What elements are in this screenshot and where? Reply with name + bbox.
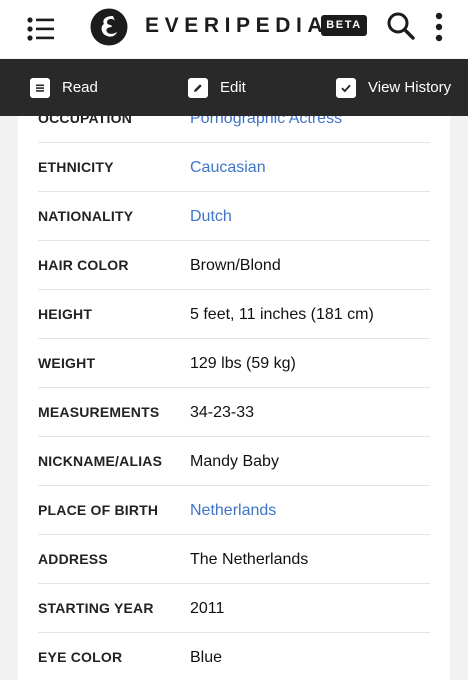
edit-icon <box>188 77 208 98</box>
row-value-link[interactable]: Dutch <box>190 192 232 241</box>
infobox-row-occupation: OCCUPATION Pornographic Actress <box>38 116 430 143</box>
infobox-row-starting-year: STARTING YEAR 2011 <box>38 584 430 633</box>
row-value-link[interactable]: Netherlands <box>190 486 276 535</box>
search-icon[interactable] <box>386 11 416 41</box>
row-value: Brown/Blond <box>190 257 281 274</box>
top-header: EVERIPEDIA BETA <box>0 0 468 58</box>
row-label: ETHNICITY <box>38 159 114 175</box>
infobox-row-measurements: MEASUREMENTS 34-23-33 <box>38 388 430 437</box>
row-value: 34-23-33 <box>190 404 255 421</box>
infobox: OCCUPATION Pornographic Actress ETHNICIT… <box>18 116 450 680</box>
infobox-row-address: ADDRESS The Netherlands <box>38 535 430 584</box>
infobox-row-eye-color: EYE COLOR Blue <box>38 633 430 680</box>
infobox-row-place-of-birth: PLACE OF BIRTH Netherlands <box>38 486 430 535</box>
infobox-row-nickname: NICKNAME/ALIAS Mandy Baby <box>38 437 430 486</box>
infobox-row-hair-color: HAIR COLOR Brown/Blond <box>38 241 430 290</box>
infobox-row-nationality: NATIONALITY Dutch <box>38 192 430 241</box>
read-label: Read <box>62 79 98 96</box>
row-value: The Netherlands <box>190 551 309 568</box>
view-history-button[interactable]: View History <box>336 59 451 116</box>
row-value-link[interactable]: Pornographic Actress <box>190 116 342 143</box>
row-label: ADDRESS <box>38 551 108 567</box>
row-label: EYE COLOR <box>38 649 123 665</box>
row-value: 5 feet, 11 inches (181 cm) <box>190 306 374 323</box>
more-vertical-icon[interactable] <box>432 12 446 42</box>
row-label: NATIONALITY <box>38 208 134 224</box>
row-label: WEIGHT <box>38 355 96 371</box>
infobox-row-weight: WEIGHT 129 lbs (59 kg) <box>38 339 430 388</box>
read-button[interactable]: Read <box>30 59 98 116</box>
row-label: OCCUPATION <box>38 116 133 126</box>
infobox-row-ethnicity: ETHNICITY Caucasian <box>38 143 430 192</box>
edit-button[interactable]: Edit <box>188 59 246 116</box>
infobox-row-height: HEIGHT 5 feet, 11 inches (181 cm) <box>38 290 430 339</box>
row-label: NICKNAME/ALIAS <box>38 453 163 469</box>
row-value: Mandy Baby <box>190 453 279 470</box>
row-value-link[interactable]: Caucasian <box>190 143 266 192</box>
brand-wordmark[interactable]: EVERIPEDIA <box>145 13 328 39</box>
row-label: STARTING YEAR <box>38 600 154 616</box>
everipedia-logo-icon[interactable] <box>90 8 128 46</box>
read-icon <box>30 77 50 98</box>
row-value: 2011 <box>190 600 225 617</box>
hamburger-list-icon[interactable] <box>26 16 56 42</box>
beta-badge: BETA <box>321 15 367 36</box>
row-value: 129 lbs (59 kg) <box>190 355 296 372</box>
row-value: Blue <box>190 649 223 666</box>
check-icon <box>336 77 356 98</box>
row-label: PLACE OF BIRTH <box>38 502 159 518</box>
view-history-label: View History <box>368 79 452 96</box>
edit-label: Edit <box>220 79 246 96</box>
row-label: HEIGHT <box>38 306 93 322</box>
article-toolbar: Read Edit View History <box>0 59 468 116</box>
row-label: MEASUREMENTS <box>38 404 160 420</box>
row-label: HAIR COLOR <box>38 257 129 273</box>
